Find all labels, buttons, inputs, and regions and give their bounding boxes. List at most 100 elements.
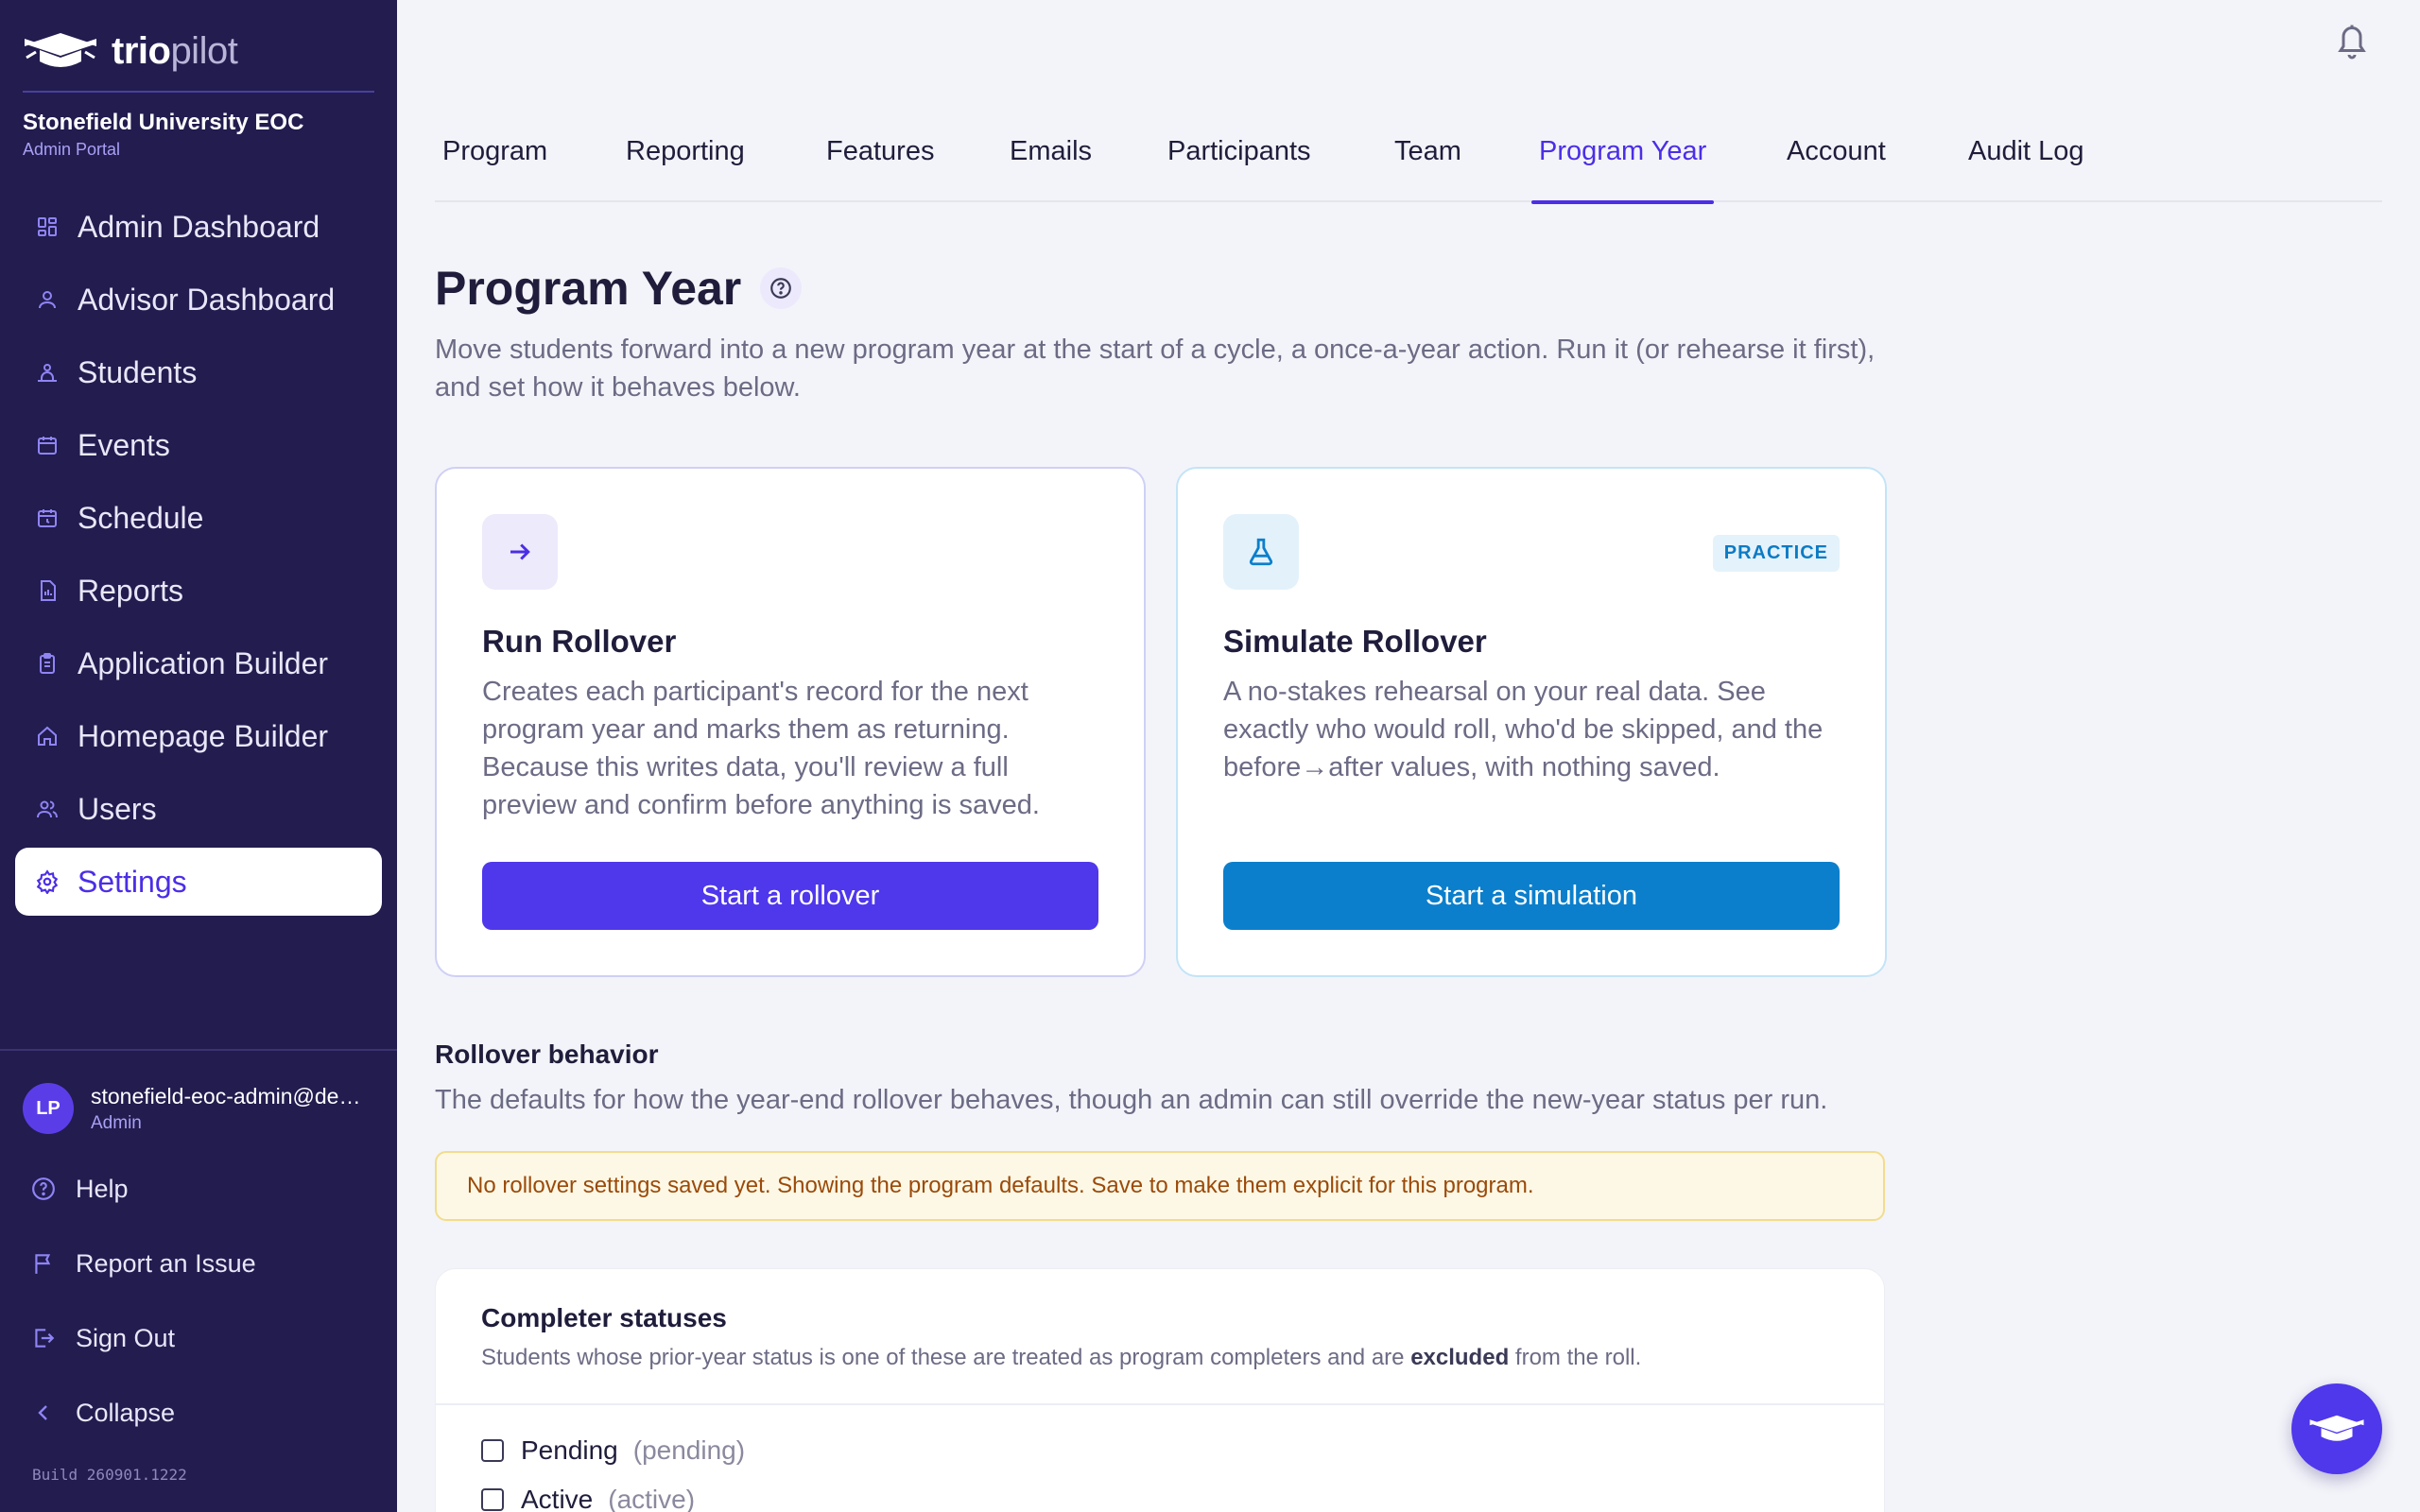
sign-out-link[interactable]: Sign Out [30,1319,175,1357]
notifications-bell-icon[interactable] [2335,21,2369,60]
org-name: Stonefield University EOC [23,110,304,135]
status-option-active[interactable]: Active (active) [481,1485,695,1512]
org-portal: Admin Portal [23,140,121,159]
card-title: Run Rollover [482,624,677,659]
tab-emails[interactable]: Emails [1002,136,1099,202]
panel-desc-after: from the roll. [1509,1345,1642,1370]
flag-icon [30,1250,57,1277]
sidebar-item-label: Reports [78,573,184,608]
sidebar-nav: Admin Dashboard Advisor Dashboard Studen… [15,193,382,920]
divider [23,91,374,93]
sidebar-item-label: Users [78,791,157,826]
home-icon [32,721,62,751]
page-title: Program Year [435,261,803,316]
tab-reporting[interactable]: Reporting [618,136,752,202]
sidebar-item-label: Students [78,354,198,389]
app-logo[interactable]: triopilot [23,25,238,77]
checkbox[interactable] [481,1439,504,1462]
sidebar-item-advisor-dashboard[interactable]: Advisor Dashboard [15,266,382,334]
sign-out-label: Sign Out [76,1323,176,1352]
chevron-left-icon [30,1400,57,1426]
help-circle-icon[interactable] [760,267,803,309]
sidebar-item-events[interactable]: Events [15,411,382,479]
help-link[interactable]: Help [30,1170,129,1208]
user-role: Admin [91,1112,142,1133]
avatar: LP [23,1083,74,1134]
run-rollover-card: Run Rollover Creates each participant's … [435,467,1146,977]
build-version: Build 260901.1222 [32,1466,187,1484]
sidebar-item-label: Advisor Dashboard [78,282,336,317]
section-description: The defaults for how the year-end rollov… [435,1085,1828,1115]
help-label: Help [76,1174,129,1203]
report-issue-link[interactable]: Report an Issue [30,1245,256,1282]
panel-title: Completer statuses [481,1303,727,1332]
divider [436,1403,1884,1405]
logo-light: pilot [170,29,238,72]
calendar-clock-icon [32,503,62,533]
tab-participants[interactable]: Participants [1160,136,1319,202]
start-simulation-button[interactable]: Start a simulation [1223,862,1840,930]
divider [0,1049,397,1051]
sidebar-item-homepage-builder[interactable]: Homepage Builder [15,702,382,770]
practice-badge: PRACTICE [1712,535,1840,572]
tab-program-year[interactable]: Program Year [1531,136,1715,204]
sidebar-item-settings[interactable]: Settings [15,848,382,916]
tab-features[interactable]: Features [819,136,942,202]
panel-desc-bold: excluded [1410,1345,1510,1370]
students-icon [32,357,62,387]
arrow-right-icon [482,514,558,590]
page-description: Move students forward into a new program… [435,335,1876,403]
option-label: Pending [521,1435,618,1465]
dashboard-grid-icon [32,212,62,242]
card-body: A no-stakes rehearsal on your real data.… [1223,677,1824,782]
completer-statuses-panel: Completer statuses Students whose prior-… [435,1268,1885,1512]
tab-account[interactable]: Account [1779,136,1893,202]
sidebar-item-application-builder[interactable]: Application Builder [15,629,382,697]
user-email: stonefield-eoc-admin@demo.triopilot.com [91,1083,374,1108]
logo-bold: trio [112,29,171,72]
option-code: (pending) [632,1435,746,1465]
option-code: (active) [608,1485,696,1512]
sidebar-item-label: Admin Dashboard [78,209,320,244]
panel-desc-before: Students whose prior-year status is one … [481,1345,1411,1370]
page-title-text: Program Year [435,262,742,315]
card-title: Simulate Rollover [1223,624,1487,659]
tab-audit-log[interactable]: Audit Log [1961,136,2092,202]
status-option-pending[interactable]: Pending (pending) [481,1435,745,1466]
sidebar-item-label: Settings [78,864,187,899]
sidebar-item-label: Homepage Builder [78,718,329,753]
sign-out-icon [30,1325,57,1351]
option-label: Active [521,1485,594,1512]
gear-icon [32,867,62,897]
sidebar: triopilot Stonefield University EOC Admi… [0,0,397,1512]
section-title: Rollover behavior [435,1040,659,1069]
calendar-icon [32,430,62,460]
checkbox[interactable] [481,1488,504,1511]
help-circle-icon [30,1176,57,1202]
sidebar-item-schedule[interactable]: Schedule [15,484,382,552]
sidebar-item-admin-dashboard[interactable]: Admin Dashboard [15,193,382,261]
simulate-rollover-card: PRACTICE Simulate Rollover A no-stakes r… [1176,467,1887,977]
flask-icon [1223,514,1299,590]
report-chart-icon [32,576,62,606]
start-rollover-button[interactable]: Start a rollover [482,862,1098,930]
collapse-button[interactable]: Collapse [30,1394,175,1432]
sidebar-item-users[interactable]: Users [15,775,382,843]
report-issue-label: Report an Issue [76,1248,256,1278]
user-icon [32,284,62,315]
sidebar-item-label: Events [78,427,170,462]
tab-team[interactable]: Team [1387,136,1469,202]
assistant-fab-button[interactable] [2291,1383,2382,1474]
sidebar-item-label: Application Builder [78,645,329,680]
user-profile[interactable]: LP stonefield-eoc-admin@demo.triopilot.c… [23,1083,382,1134]
defaults-notice: No rollover settings saved yet. Showing … [435,1151,1885,1221]
clipboard-icon [32,648,62,679]
sidebar-item-reports[interactable]: Reports [15,557,382,625]
tab-program[interactable]: Program [435,136,555,202]
org-block: Stonefield University EOC Admin Portal [23,110,303,160]
panel-description: Students whose prior-year status is one … [481,1345,1641,1371]
sidebar-item-students[interactable]: Students [15,338,382,406]
settings-tabs: Program Reporting Features Emails Partic… [435,127,2382,204]
users-icon [32,794,62,824]
graduation-cap-icon [2309,1415,2364,1441]
